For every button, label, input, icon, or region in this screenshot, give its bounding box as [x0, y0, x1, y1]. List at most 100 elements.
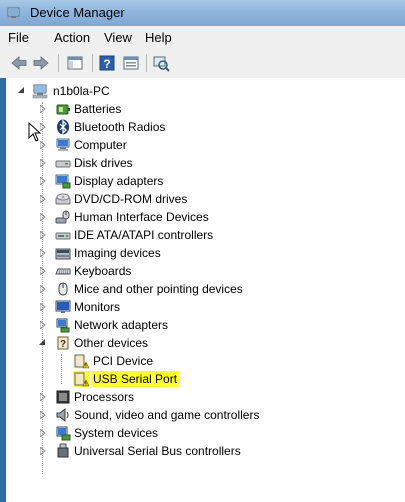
category-label: Computer	[74, 138, 127, 152]
unknown-device-icon: ?	[57, 336, 69, 350]
monitor-icon	[55, 300, 71, 313]
device-manager-window: Device Manager File Action View Help ? n…	[0, 0, 405, 502]
disk-drive-icon	[55, 160, 71, 168]
menu-help[interactable]: Help	[145, 30, 172, 45]
expand-arrow-icon[interactable]	[40, 177, 46, 185]
menu-file[interactable]: File	[8, 30, 29, 45]
category-label: Universal Serial Bus controllers	[74, 444, 241, 458]
camera-icon	[55, 248, 71, 260]
category-label: Bluetooth Radios	[74, 120, 166, 134]
warning-device-icon: !	[74, 354, 89, 369]
tree-item-ide-ata-atapi-controllers[interactable]: IDE ATA/ATAPI controllers	[36, 226, 396, 244]
expand-arrow-icon[interactable]	[40, 267, 46, 275]
tree-item-computer[interactable]: Computer	[36, 136, 396, 154]
tree-item-sound-video-and-game-controllers[interactable]: Sound, video and game controllers	[36, 406, 396, 424]
toolbar-separator	[146, 54, 147, 72]
tree-item-batteries[interactable]: Batteries	[36, 100, 396, 118]
svg-text:?: ?	[103, 57, 110, 71]
tree-item-universal-serial-bus-controllers[interactable]: Universal Serial Bus controllers	[36, 442, 396, 460]
category-label: Display adapters	[74, 174, 164, 188]
tree-item-display-adapters[interactable]: Display adapters	[36, 172, 396, 190]
title-bar[interactable]: Device Manager	[0, 0, 405, 26]
menu-action[interactable]: Action	[54, 30, 90, 45]
category-label: Human Interface Devices	[74, 210, 209, 224]
menu-bar: File Action View Help	[0, 26, 405, 49]
toolbar-separator	[58, 54, 59, 72]
expand-arrow-icon[interactable]	[40, 159, 46, 167]
display-adapter-icon	[55, 174, 71, 189]
window-title: Device Manager	[30, 5, 125, 20]
tree-item-usb-serial-port[interactable]: ! USB Serial Port	[56, 370, 376, 388]
category-label: System devices	[74, 426, 159, 440]
expand-arrow-icon[interactable]	[40, 105, 46, 113]
tree-item-keyboards[interactable]: Keyboards	[36, 262, 396, 280]
svg-text:?: ?	[60, 339, 66, 350]
category-label: Batteries	[74, 102, 122, 116]
speaker-icon	[56, 407, 69, 423]
collapse-arrow-icon[interactable]	[39, 339, 45, 347]
device-label: PCI Device	[93, 354, 154, 368]
toolbar: ?	[0, 48, 405, 79]
help-icon[interactable]: ?	[98, 54, 116, 72]
tree-item-imaging-devices[interactable]: Imaging devices	[36, 244, 396, 262]
category-label: IDE ATA/ATAPI controllers	[74, 228, 214, 242]
expand-arrow-icon[interactable]	[40, 393, 46, 401]
usb-icon	[57, 443, 69, 458]
expand-arrow-icon[interactable]	[40, 285, 46, 293]
toolbar-separator	[92, 54, 93, 72]
tree-item-system-devices[interactable]: System devices	[36, 424, 396, 442]
expand-arrow-icon[interactable]	[40, 213, 46, 221]
expand-arrow-icon[interactable]	[40, 411, 46, 419]
device-label: USB Serial Port	[91, 371, 180, 387]
expand-arrow-icon[interactable]	[40, 447, 46, 455]
collapse-arrow-icon[interactable]	[18, 87, 24, 95]
tree-item-monitors[interactable]: Monitors	[36, 298, 396, 316]
tree-item-processors[interactable]: Processors	[36, 388, 396, 406]
mouse-icon	[58, 282, 68, 296]
ide-controller-icon	[55, 232, 71, 240]
expand-arrow-icon[interactable]	[40, 231, 46, 239]
category-label: Disk drives	[74, 156, 133, 170]
tree-item-dvd-cd-rom-drives[interactable]: DVD/CD-ROM drives	[36, 190, 396, 208]
expand-arrow-icon[interactable]	[40, 249, 46, 257]
expand-arrow-icon[interactable]	[40, 141, 46, 149]
category-label: Monitors	[74, 300, 121, 314]
back-arrow-icon[interactable]	[10, 54, 28, 72]
category-label: Sound, video and game controllers	[74, 408, 260, 422]
show-hide-console-tree-icon[interactable]	[66, 54, 84, 72]
expand-arrow-icon[interactable]	[40, 195, 46, 203]
category-label: Imaging devices	[74, 246, 161, 260]
mouse-pointer-icon	[28, 122, 42, 142]
warning-device-icon: !	[73, 371, 89, 387]
tree-item-human-interface-devices[interactable]: Human Interface Devices	[36, 208, 396, 226]
expand-arrow-icon[interactable]	[40, 303, 46, 311]
computer-icon	[56, 138, 70, 151]
bluetooth-icon	[57, 119, 69, 135]
tree-root[interactable]: n1b0la-PC	[18, 82, 218, 100]
expand-arrow-icon[interactable]	[40, 321, 46, 329]
category-label: Mice and other pointing devices	[74, 282, 243, 296]
tree-item-network-adapters[interactable]: Network adapters	[36, 316, 396, 334]
device-manager-icon	[7, 7, 20, 20]
system-device-icon	[56, 426, 71, 441]
tree-item-bluetooth-radios[interactable]: Bluetooth Radios	[36, 118, 396, 136]
root-label: n1b0la-PC	[53, 84, 110, 98]
category-label: Other devices	[74, 336, 149, 350]
tree-item-other-devices[interactable]: ? Other devices	[36, 334, 396, 352]
computer-icon	[32, 84, 48, 99]
properties-icon[interactable]	[122, 54, 140, 72]
tree-item-pci-device[interactable]: ! PCI Device	[56, 352, 376, 370]
forward-arrow-icon[interactable]	[32, 54, 50, 72]
category-label: DVD/CD-ROM drives	[74, 192, 188, 206]
menu-view[interactable]: View	[104, 30, 132, 45]
processor-icon	[56, 390, 70, 404]
tree-item-disk-drives[interactable]: Disk drives	[36, 154, 396, 172]
expand-arrow-icon[interactable]	[40, 429, 46, 437]
hid-icon	[55, 210, 70, 224]
network-adapter-icon	[56, 318, 70, 333]
scan-hardware-icon[interactable]	[152, 54, 170, 72]
tree-item-mice-and-other-pointing-devices[interactable]: Mice and other pointing devices	[36, 280, 396, 298]
keyboard-icon	[55, 268, 71, 275]
category-label: Keyboards	[74, 264, 132, 278]
battery-icon	[56, 104, 70, 115]
